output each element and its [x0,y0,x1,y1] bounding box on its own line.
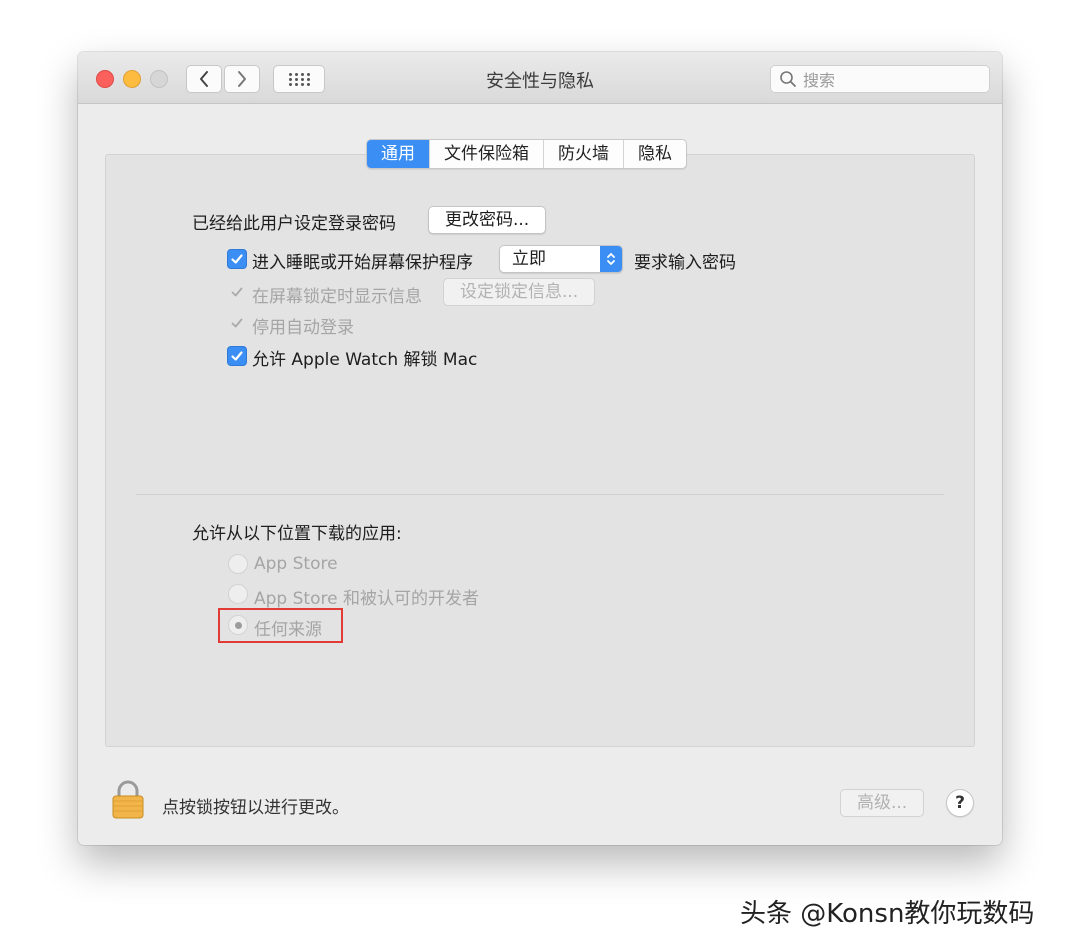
advanced-button[interactable]: 高级... [840,789,925,817]
select-value: 立即 [512,249,546,269]
download-source-heading: 允许从以下位置下载的应用: [192,524,402,544]
section-divider [136,494,944,495]
tab-bar: 通用 文件保险箱 防火墙 隐私 [366,139,687,169]
disable-auto-login-checkbox[interactable] [227,313,247,333]
disable-auto-login-label: 停用自动登录 [252,318,354,338]
annotation-highlight-box [218,608,343,643]
lock-icon[interactable] [110,779,146,819]
lock-instruction-text: 点按锁按钮以进行更改。 [162,798,349,818]
help-button[interactable]: ? [946,789,974,817]
apple-watch-unlock-checkbox[interactable] [227,346,247,366]
radio-app-store-identified[interactable] [228,584,248,604]
require-password-checkbox[interactable] [227,249,247,269]
checkmark-icon [231,318,243,328]
content-panel [105,154,975,747]
require-password-suffix: 要求输入密码 [634,253,736,273]
password-set-label: 已经给此用户设定登录密码 [192,214,396,234]
select-arrows-icon [600,246,622,272]
watermark-text: 头条 @Konsn教你玩数码 [740,899,1035,929]
title-bar: 安全性与隐私 搜索 [78,52,1002,104]
tab-general[interactable]: 通用 [367,140,430,168]
tab-firewall[interactable]: 防火墙 [544,140,624,168]
show-message-label: 在屏幕锁定时显示信息 [252,287,422,307]
set-lock-message-button[interactable]: 设定锁定信息... [443,278,596,306]
checkmark-icon [231,287,243,297]
apple-watch-unlock-label: 允许 Apple Watch 解锁 Mac [252,350,478,370]
radio-app-store[interactable] [228,554,248,574]
radio-app-store-label: App Store [254,554,338,574]
preferences-window: 安全性与隐私 搜索 通用 文件保险箱 防火墙 隐私 已经给此用户设定登录密码 更… [78,52,1002,845]
search-placeholder: 搜索 [803,71,836,90]
checkmark-icon [231,254,243,264]
radio-app-store-identified-label: App Store 和被认可的开发者 [254,589,479,609]
search-field[interactable]: 搜索 [770,65,990,93]
require-password-delay-select[interactable]: 立即 [499,245,623,273]
change-password-button[interactable]: 更改密码... [428,206,547,234]
tab-privacy[interactable]: 隐私 [624,140,686,168]
checkmark-icon [231,351,243,361]
require-password-label: 进入睡眠或开始屏幕保护程序 [252,253,473,273]
search-icon [780,71,796,87]
show-message-checkbox[interactable] [227,282,247,302]
tab-filevault[interactable]: 文件保险箱 [430,140,544,168]
